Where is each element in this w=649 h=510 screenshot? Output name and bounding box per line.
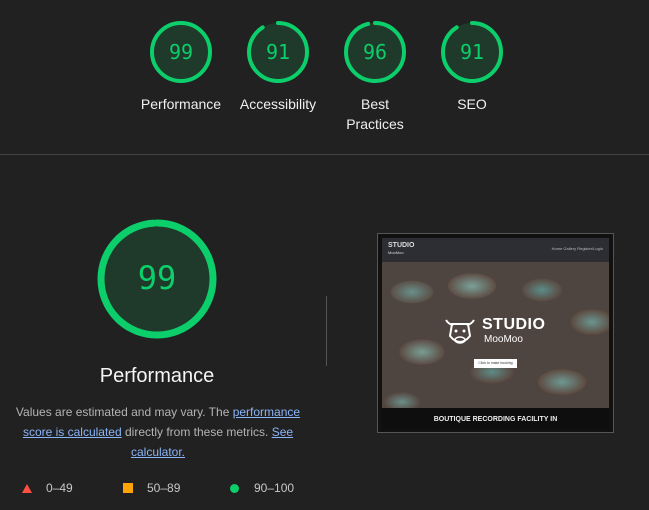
gauge-performance[interactable]: 99 (149, 20, 213, 84)
legend-range: 50–89 (147, 481, 181, 495)
score-label-best-practices: Best Practices (325, 94, 425, 134)
desc-text: directly from these metrics. (121, 425, 272, 439)
score-value: 91 (265, 40, 291, 64)
gauge-accessibility[interactable]: 91 (246, 20, 310, 84)
hero-title: STUDIO (482, 316, 546, 333)
tagline-band: BOUTIQUE RECORDING FACILITY IN (382, 408, 609, 430)
main-score-value: 99 (137, 259, 177, 297)
main-performance-gauge: 99 (97, 219, 217, 339)
logo-text: MooMoo (388, 250, 404, 255)
final-screenshot-thumbnail[interactable]: STUDIO MooMoo Home Gallery Register/Logi… (377, 233, 614, 433)
score-description: Values are estimated and may vary. The p… (10, 402, 306, 462)
vertical-divider (326, 296, 327, 366)
score-label-performance: Performance (131, 94, 231, 114)
triangle-icon (22, 484, 32, 493)
site-logo: STUDIO MooMoo (388, 242, 414, 255)
site-nav-links: Home Gallery Register/Login (551, 246, 603, 251)
label-line: Practices (346, 116, 404, 132)
gauge-seo[interactable]: 91 (440, 20, 504, 84)
section-divider (0, 154, 649, 155)
tagline-text: BOUTIQUE RECORDING FACILITY IN (433, 416, 558, 423)
score-label-accessibility: Accessibility (228, 94, 328, 114)
score-value: 96 (362, 40, 388, 64)
score-label-seo: SEO (422, 94, 522, 114)
circle-icon (230, 484, 239, 493)
square-icon (123, 483, 133, 493)
booking-button: Click to make booking (474, 359, 517, 368)
hero-subtitle: MooMoo (484, 334, 523, 345)
label-line: SEO (457, 96, 487, 112)
legend-range: 0–49 (46, 481, 73, 495)
score-value: 99 (168, 40, 194, 64)
main-category-title: Performance (99, 365, 215, 387)
logo-text: STUDIO (388, 242, 415, 249)
desc-text: Values are estimated and may vary. The (15, 405, 233, 419)
legend-range: 90–100 (254, 481, 295, 495)
cow-logo-icon (445, 319, 475, 344)
label-line: Best (360, 96, 389, 112)
hero-stone-wall: STUDIO MooMoo Click to make booking (382, 262, 609, 408)
gauge-best-practices[interactable]: 96 (343, 20, 407, 84)
label-line: Accessibility (239, 96, 317, 112)
score-value: 91 (459, 40, 485, 64)
site-navbar: STUDIO MooMoo Home Gallery Register/Logi… (382, 238, 609, 262)
label-line: Performance (140, 96, 222, 112)
screenshot-image: STUDIO MooMoo Home Gallery Register/Logi… (382, 238, 609, 430)
